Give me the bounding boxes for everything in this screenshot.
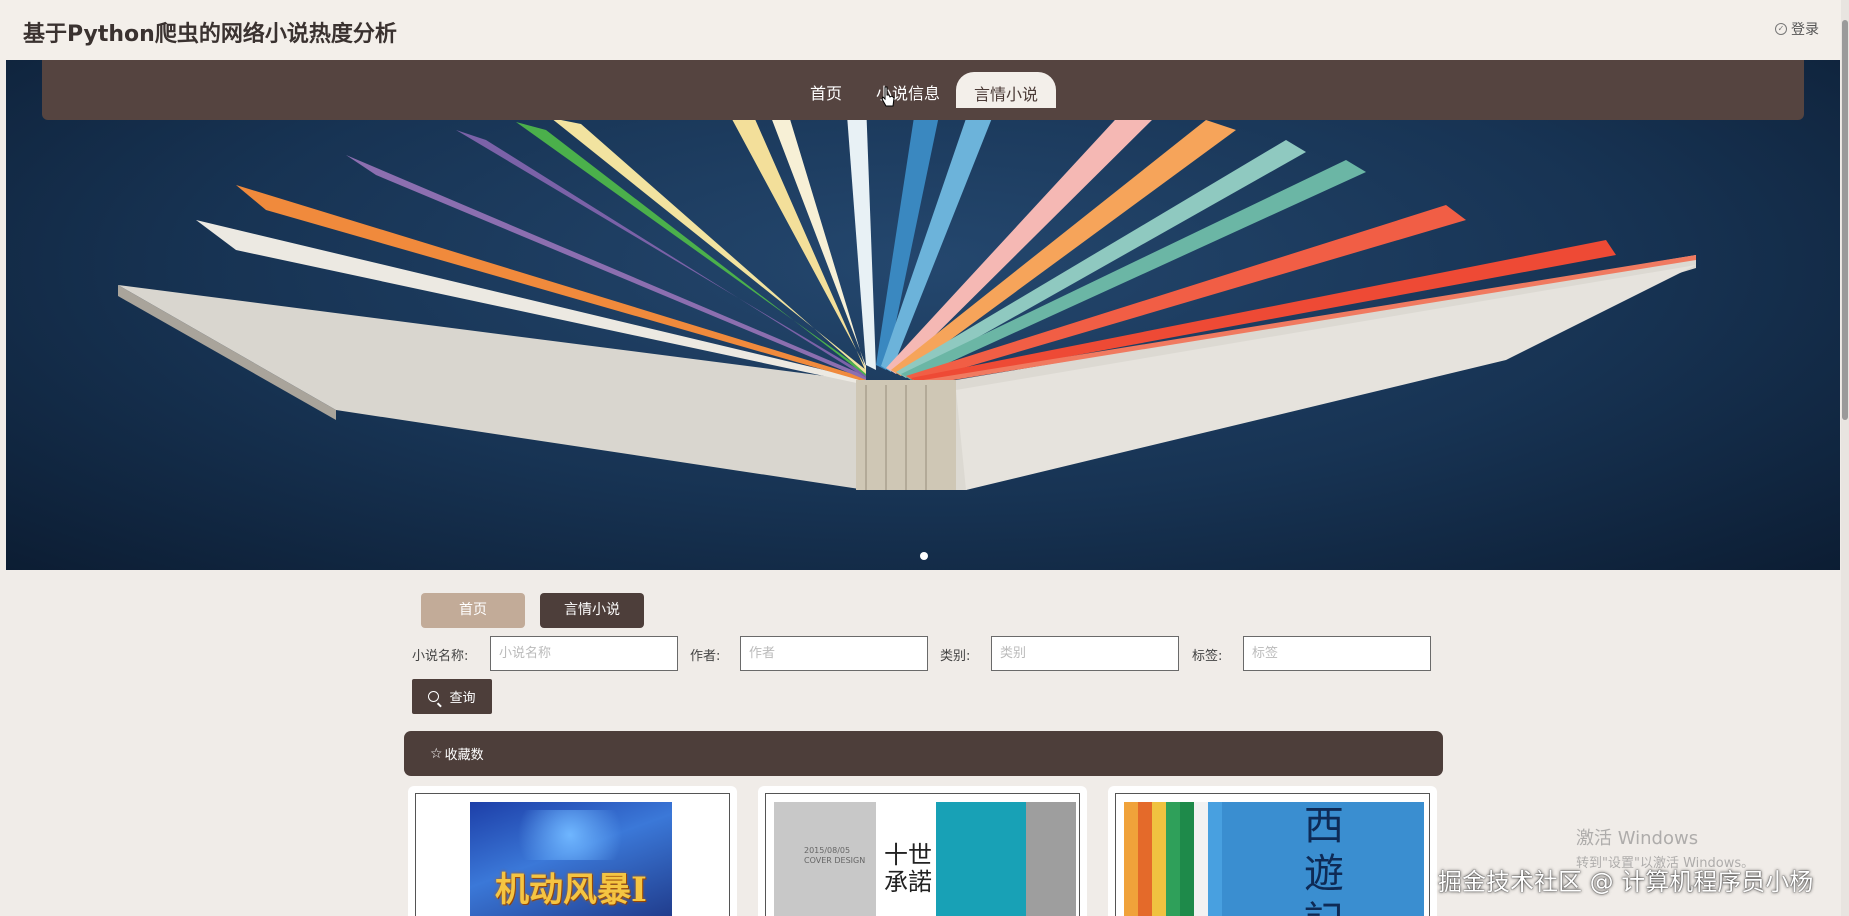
login-label: 登录	[1791, 22, 1819, 38]
novel-card[interactable]: 2015/08/05 COVER DESIGN 十世承諾	[758, 786, 1087, 916]
cover-title: 西遊記	[1304, 803, 1344, 916]
novel-cover-image[interactable]: 机动风暴I	[470, 802, 672, 916]
author-input[interactable]	[740, 636, 928, 671]
novel-card[interactable]: 机动风暴I	[408, 786, 737, 916]
novel-card-frame: 机动风暴I	[415, 793, 730, 916]
page-scrollbar[interactable]	[1841, 0, 1849, 916]
windows-watermark-title: 激活 Windows	[1576, 828, 1699, 849]
novel-name-label: 小说名称:	[412, 649, 469, 664]
top-header: 基于Python爬虫的网络小说热度分析 ✓ 登录	[0, 0, 1849, 60]
tag-label: 标签:	[1192, 649, 1223, 664]
sort-bar: ☆ 收藏数	[404, 731, 1443, 776]
carousel-dot-active[interactable]	[920, 552, 928, 560]
novel-card-frame: 2015/08/05 COVER DESIGN 十世承諾	[765, 793, 1080, 916]
nav-item-romance[interactable]: 言情小说	[956, 72, 1057, 108]
category-label: 类别:	[940, 649, 971, 664]
star-outline-icon: ☆	[430, 745, 443, 762]
cover-date-text: 2015/08/05 COVER DESIGN	[804, 846, 866, 865]
search-button[interactable]: 查询	[412, 679, 492, 714]
category-input[interactable]	[991, 636, 1179, 671]
search-button-label: 查询	[449, 691, 476, 706]
scroll-thumb[interactable]	[1842, 20, 1848, 420]
author-label: 作者:	[690, 649, 721, 664]
nav-item-home[interactable]: 首页	[810, 80, 842, 104]
tag-input[interactable]	[1243, 636, 1431, 671]
user-circle-icon: ✓	[1775, 23, 1787, 35]
novel-name-input[interactable]	[490, 636, 678, 671]
novel-cover-image[interactable]: 西遊記	[1124, 802, 1424, 916]
open-book-image	[118, 102, 1696, 490]
hero-banner	[6, 60, 1840, 570]
site-watermark: 掘金技术社区 @ 计算机程序员小杨	[1438, 868, 1814, 896]
mouse-pointer-icon	[881, 86, 895, 107]
cover-title: 十世承諾	[884, 841, 932, 896]
novel-card-frame: 西遊記	[1115, 793, 1430, 916]
sort-by-favorites[interactable]: ☆ 收藏数	[430, 744, 484, 764]
site-title: 基于Python爬虫的网络小说热度分析	[23, 22, 397, 47]
main-navbar: 首页 小说信息 言情小说	[42, 60, 1804, 120]
subtab-romance-button[interactable]: 言情小说	[540, 593, 644, 628]
novel-cover-image[interactable]: 2015/08/05 COVER DESIGN 十世承諾	[774, 802, 1076, 916]
sort-label: 收藏数	[444, 748, 484, 763]
novel-card[interactable]: 西遊記	[1108, 786, 1437, 916]
search-icon	[428, 691, 440, 702]
subtab-home-button[interactable]: 首页	[421, 593, 525, 628]
login-link[interactable]: ✓ 登录	[1775, 19, 1819, 39]
cover-title: 机动风暴I	[495, 870, 647, 910]
